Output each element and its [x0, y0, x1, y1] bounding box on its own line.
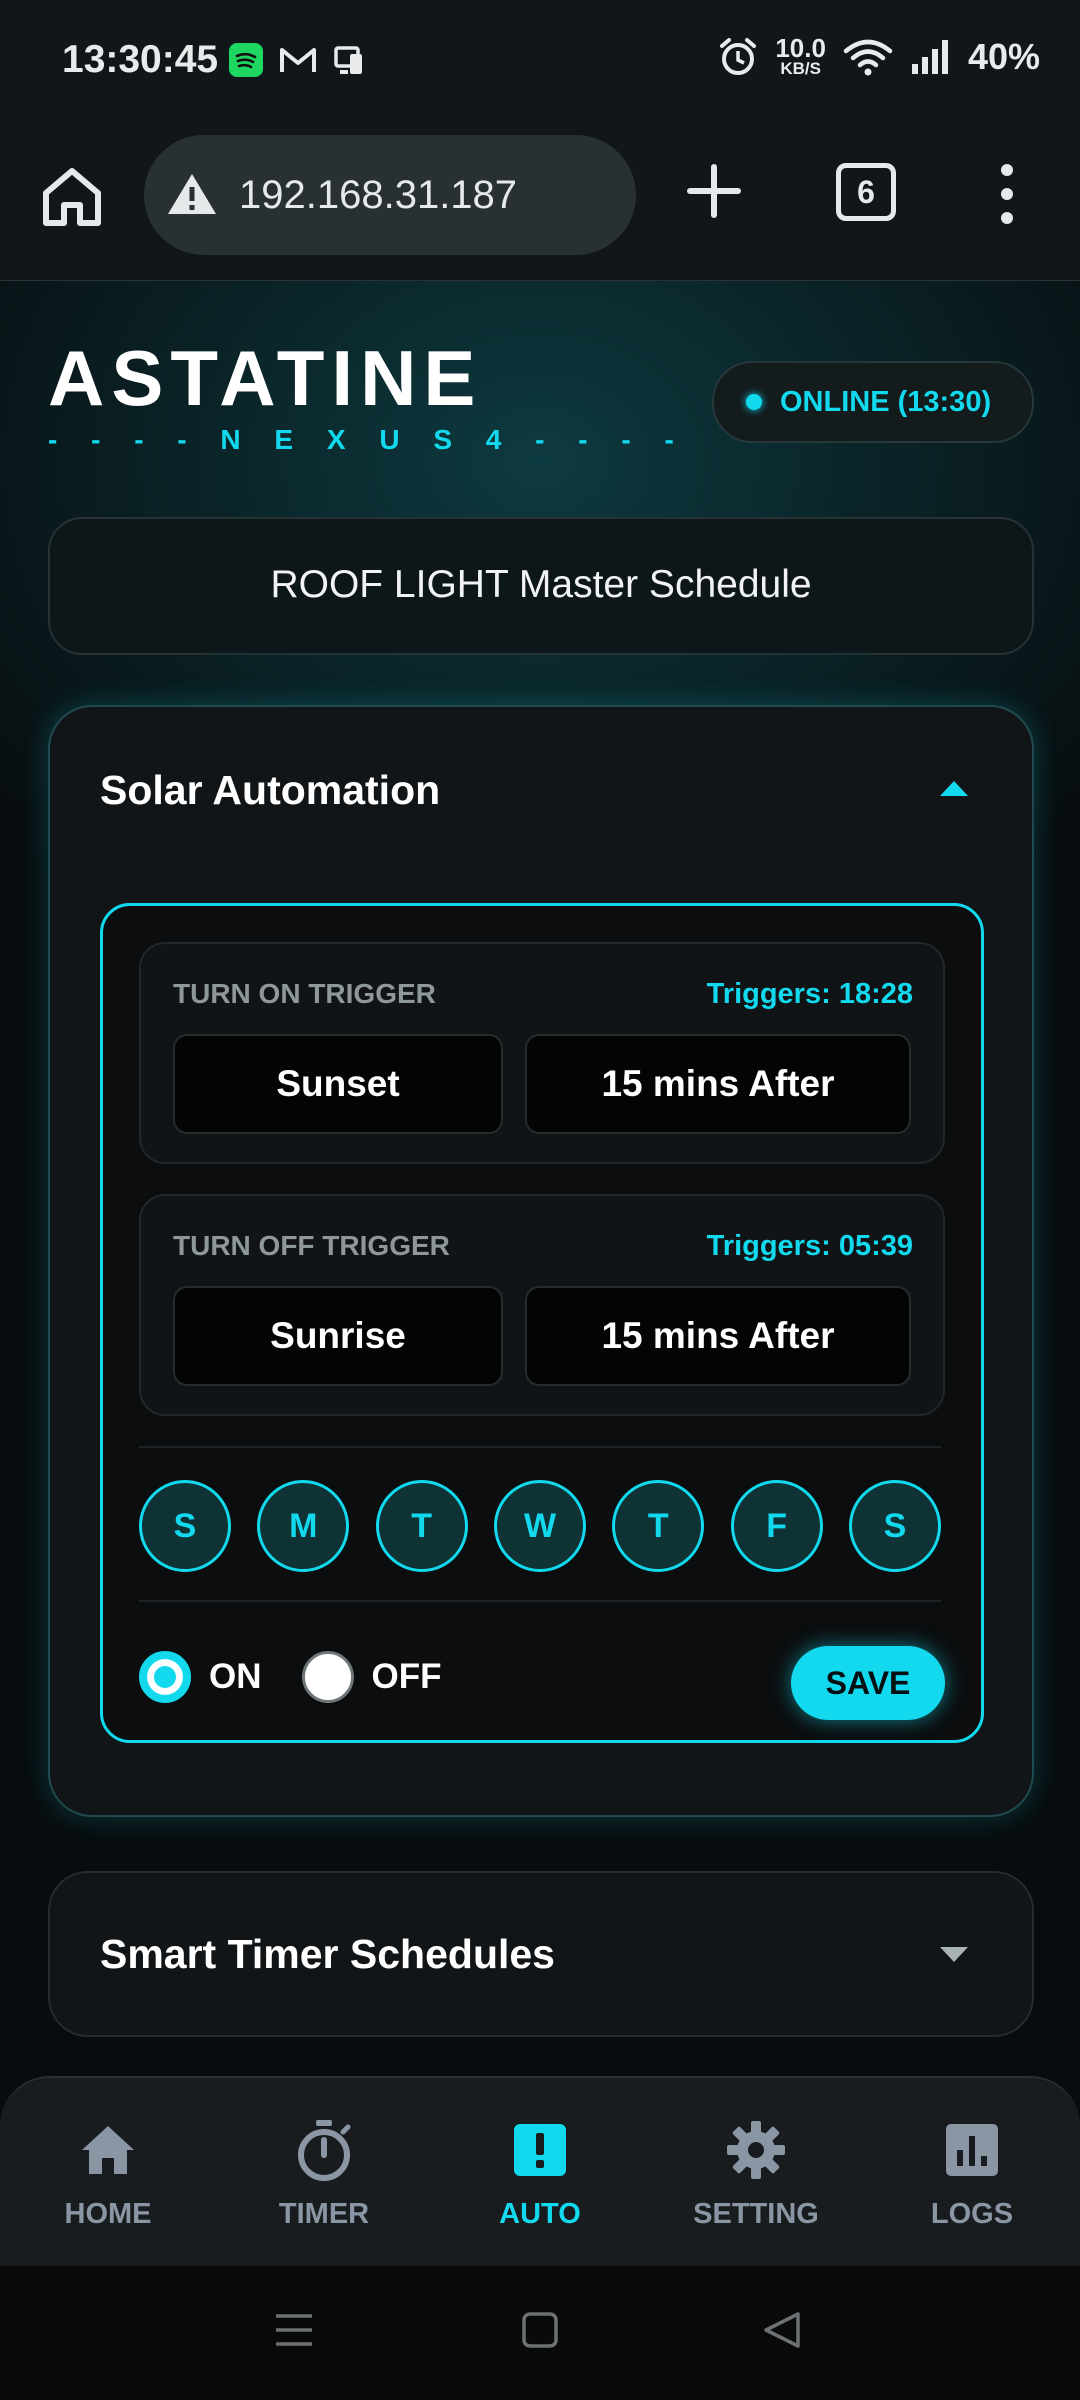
divider — [139, 1600, 941, 1602]
nav-item-logs[interactable]: LOGS — [892, 2118, 1052, 2248]
warning-icon[interactable] — [166, 171, 218, 217]
master-schedule-card[interactable]: ROOF LIGHT Master Schedule — [48, 517, 1034, 655]
day-toggle-wednesday[interactable]: W — [493, 1480, 586, 1572]
on-radio-label[interactable]: ON — [209, 1657, 262, 1697]
home-icon[interactable] — [38, 163, 106, 231]
day-toggle-sunday[interactable]: S — [139, 1480, 231, 1572]
brand-title: ASTATINE — [48, 334, 483, 422]
gear-icon — [727, 2121, 785, 2179]
system-icons: 10.0 KB/S 40% — [717, 33, 1040, 78]
nav-item-auto[interactable]: AUTO — [460, 2118, 620, 2248]
nav-label-logs: LOGS — [930, 2198, 1014, 2230]
home-square-icon[interactable] — [520, 2310, 560, 2350]
system-navigation-bar — [0, 2266, 1080, 2400]
day-toggle-tuesday[interactable]: T — [375, 1480, 468, 1572]
home-icon — [82, 2126, 134, 2174]
online-status-badge: ONLINE (13:30) — [712, 361, 1034, 443]
day-toggle-monday[interactable]: M — [257, 1480, 350, 1572]
brand-subtitle: - - - - N E X U S 4 - - - - — [48, 424, 687, 455]
weekday-selector: S M T W T F S — [139, 1480, 941, 1572]
browser-toolbar: 192.168.31.187 6 — [0, 125, 1080, 283]
bottom-navigation: HOME TIMER AUTO SETTING LOGS — [0, 2076, 1080, 2268]
nav-label-timer: TIMER — [278, 2198, 370, 2230]
address-bar[interactable]: 192.168.31.187 — [144, 135, 636, 255]
status-time: 13:30:45 — [62, 38, 219, 81]
notification-icons — [228, 42, 368, 78]
online-status-text: ONLINE (13:30) — [780, 385, 992, 418]
alarm-icon — [720, 38, 757, 75]
solar-automation-title[interactable]: Solar Automation — [100, 767, 440, 814]
chevron-up-icon[interactable] — [940, 781, 968, 796]
nav-item-timer[interactable]: TIMER — [244, 2118, 404, 2248]
nav-label-auto: AUTO — [499, 2198, 581, 2230]
auto-alert-icon — [514, 2124, 566, 2176]
wifi-icon — [843, 39, 893, 76]
back-triangle-icon[interactable] — [762, 2310, 802, 2350]
nav-item-setting[interactable]: SETTING — [676, 2118, 836, 2248]
divider — [139, 1446, 941, 1448]
turn-on-trigger-card: TURN ON TRIGGER Triggers: 18:28 Sunset 1… — [139, 942, 945, 1164]
turn-on-trigger-time: Triggers: 18:28 — [706, 978, 913, 1010]
turn-on-trigger-label: TURN ON TRIGGER — [173, 978, 436, 1009]
on-radio[interactable] — [139, 1651, 191, 1703]
phone-link-icon — [334, 46, 362, 74]
plus-icon[interactable] — [684, 161, 744, 221]
master-schedule-title: ROOF LIGHT Master Schedule — [270, 563, 812, 606]
turn-on-event-select[interactable]: Sunset — [173, 1034, 503, 1134]
day-toggle-thursday[interactable]: T — [612, 1480, 705, 1572]
nav-item-home[interactable]: HOME — [28, 2118, 188, 2248]
bar-chart-icon — [946, 2124, 998, 2176]
smart-timer-panel[interactable]: Smart Timer Schedules — [48, 1871, 1034, 2037]
turn-off-trigger-label: TURN OFF TRIGGER — [173, 1230, 450, 1261]
turn-on-offset-select[interactable]: 15 mins After — [525, 1034, 911, 1134]
status-bar: 13:30:45 10.0 KB/S 40% — [0, 0, 1080, 125]
battery-level: 40% — [967, 36, 1040, 77]
url-text[interactable]: 192.168.31.187 — [239, 173, 517, 218]
signal-icon — [911, 40, 948, 74]
state-radio-group: ON OFF — [139, 1642, 481, 1712]
smart-timer-title[interactable]: Smart Timer Schedules — [100, 1931, 555, 1978]
off-radio[interactable] — [301, 1651, 354, 1703]
online-dot-icon — [746, 394, 762, 410]
spotify-icon — [229, 43, 263, 77]
chevron-down-icon[interactable] — [940, 1947, 968, 1962]
more-vertical-icon[interactable] — [990, 161, 1024, 227]
day-toggle-saturday[interactable]: S — [848, 1480, 941, 1572]
solar-schedule-editor: TURN ON TRIGGER Triggers: 18:28 Sunset 1… — [100, 903, 984, 1743]
off-radio-label[interactable]: OFF — [372, 1657, 442, 1697]
stopwatch-icon — [298, 2120, 351, 2181]
nav-label-setting: SETTING — [693, 2198, 819, 2230]
day-toggle-friday[interactable]: F — [730, 1480, 823, 1572]
gmail-icon — [280, 48, 316, 72]
turn-off-trigger-card: TURN OFF TRIGGER Triggers: 05:39 Sunrise… — [139, 1194, 945, 1416]
turn-off-event-select[interactable]: Sunrise — [173, 1286, 503, 1386]
solar-automation-panel: Solar Automation TURN ON TRIGGER Trigger… — [48, 705, 1034, 1817]
tab-switcher-button[interactable]: 6 — [836, 163, 896, 221]
nav-label-home: HOME — [64, 2198, 152, 2230]
network-speed: 10.0 KB/S — [775, 33, 826, 78]
recent-apps-icon[interactable] — [274, 2310, 314, 2350]
turn-off-offset-select[interactable]: 15 mins After — [525, 1286, 911, 1386]
save-button[interactable]: SAVE — [791, 1646, 945, 1720]
page-content: ASTATINE - - - - N E X U S 4 - - - - ONL… — [0, 281, 1080, 2076]
turn-off-trigger-time: Triggers: 05:39 — [706, 1230, 913, 1262]
